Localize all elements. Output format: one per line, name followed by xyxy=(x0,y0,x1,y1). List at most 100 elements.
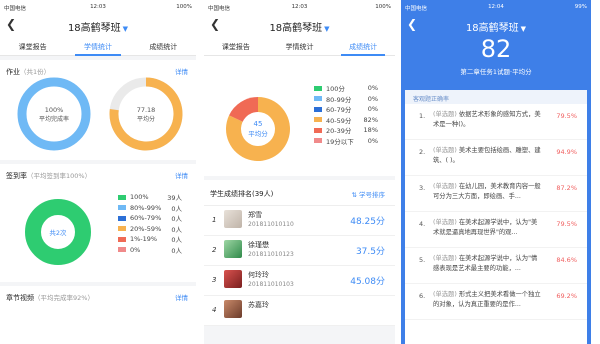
score-legend: 100分 0% 80-99分 0% 60-79分 0% 40-59分 82% 20-39分 18%… xyxy=(314,83,378,146)
question-number: 2. xyxy=(419,148,426,156)
signin-donut: 共2次 xyxy=(25,199,91,265)
table-row[interactable]: 1 郑雪 201811010110 48.25分 xyxy=(204,206,395,236)
table-row[interactable]: 4 苏嘉玲 xyxy=(204,296,395,326)
legend-row: 20-39分 18% xyxy=(314,125,378,136)
class-title[interactable]: 18高鹤琴班 ▼ xyxy=(401,19,591,34)
student-id: 201811010103 xyxy=(248,281,294,288)
list-item[interactable]: 5. (单选题) 在美术起源学说中，认为"情感表现是艺术最主要的功能，... 8… xyxy=(405,248,587,284)
ranking-title: 学生成绩排名(39人) xyxy=(210,190,274,198)
status-bar: 中国电信 12:03 100% xyxy=(0,0,196,14)
list-item[interactable]: 4. (单选题) 在美术起源学说中，认为"美术就是逼真地再现世界"的观... 7… xyxy=(405,212,587,248)
legend-count: 0人 xyxy=(171,225,182,234)
sort-by-id-button[interactable]: ⇅ 学号排序 xyxy=(351,189,385,199)
legend-count: 0人 xyxy=(171,236,182,245)
legend-row: 0% 0人 xyxy=(118,245,182,256)
student-score: 45.08分 xyxy=(350,277,385,287)
question-text: (单选题) 依据艺术形象的感知方式，美术是一种()。 xyxy=(433,110,543,129)
question-number: 3. xyxy=(419,184,426,192)
tab-learning-stats[interactable]: 学情统计 xyxy=(268,36,332,55)
task-subtitle: 第二章任务1试题·平均分 xyxy=(460,68,532,76)
nav-bar: ❮ 18高鹤琴班 ▼ xyxy=(204,14,395,36)
signin-detail-link[interactable]: 详情 xyxy=(175,170,188,180)
average-score-big: 82 xyxy=(480,35,512,63)
accuracy-percent: 87.2% xyxy=(556,184,577,192)
question-type-tag: (单选题) xyxy=(433,219,457,226)
legend-swatch xyxy=(118,236,126,242)
sort-label: 学号排序 xyxy=(359,191,385,199)
rank-number: 1 xyxy=(212,216,217,224)
tab-class-report[interactable]: 课堂报告 xyxy=(0,36,65,55)
legend-row: 60-79分 0% xyxy=(314,104,378,115)
rank-number: 4 xyxy=(212,306,217,314)
chevron-down-icon: ▼ xyxy=(122,25,129,33)
legend-swatch xyxy=(314,85,322,91)
legend-row: 80-99分 0% xyxy=(314,94,378,105)
donut-center-value: 45 xyxy=(254,120,263,128)
tab-bar: 课堂报告 学情统计 成绩统计 xyxy=(204,36,395,56)
battery-level: 99% xyxy=(574,4,587,10)
list-item[interactable]: 2. (单选题) 美术主要包括绘画、雕塑、建筑、( )。 94.9% xyxy=(405,140,587,176)
class-title[interactable]: 18高鹤琴班 ▼ xyxy=(0,19,196,34)
tab-class-report[interactable]: 课堂报告 xyxy=(204,36,268,55)
table-row[interactable]: 2 徐瑾懋 201811010123 37.5分 xyxy=(204,236,395,266)
tab-learning-stats[interactable]: 学情统计 xyxy=(65,36,130,56)
legend-row: 19分以下 0% xyxy=(314,136,378,147)
list-item[interactable]: 6. (单选题) 形式主义把美术看做一个独立的对象，认为真正重要的是作... 6… xyxy=(405,284,587,320)
legend-value: 0% xyxy=(367,94,378,103)
legend-label: 40-59分 xyxy=(326,116,352,125)
question-type-tag: (单选题) xyxy=(433,183,457,190)
homework-card: 作业（共1份） 详情 100% 平均完成率 77.18 平均分 xyxy=(0,60,196,160)
legend-value: 0% xyxy=(367,136,378,145)
class-title[interactable]: 18高鹤琴班 ▼ xyxy=(204,19,395,34)
avatar xyxy=(224,300,242,318)
tab-bar: 课堂报告 学情统计 成绩统计 xyxy=(0,36,196,56)
legend-swatch xyxy=(314,138,322,144)
legend-label: 100分 xyxy=(326,85,345,94)
question-number: 4. xyxy=(419,220,426,228)
legend-swatch xyxy=(118,205,126,211)
video-detail-link[interactable]: 详情 xyxy=(175,292,188,302)
question-type-tag: (单选题) xyxy=(433,111,457,118)
legend-label: 80-99分 xyxy=(326,95,352,104)
avatar xyxy=(224,210,242,228)
video-title: 章节视频（平均完成率92%） xyxy=(6,292,94,303)
question-type-tag: (单选题) xyxy=(433,147,457,154)
legend-row: 60%-79% 0人 xyxy=(118,213,182,224)
battery-level: 100% xyxy=(375,4,391,10)
question-number: 5. xyxy=(419,256,426,264)
legend-value: 82% xyxy=(363,115,378,124)
status-bar: 中国电信 12:03 100% xyxy=(204,0,395,14)
score-distribution-card: 45 平均分 100分 0% 80-99分 0% 60-79分 0% 40-59分 82% 20… xyxy=(204,56,395,176)
student-id: 201811010123 xyxy=(248,251,294,258)
video-subtitle: （平均完成率92%） xyxy=(34,294,94,302)
legend-swatch xyxy=(314,117,322,123)
sort-icon: ⇅ xyxy=(351,191,359,199)
tab-score-stats[interactable]: 成绩统计 xyxy=(131,36,196,55)
chevron-down-icon: ▼ xyxy=(520,25,527,33)
legend-swatch xyxy=(314,106,322,112)
signin-card: 签到率（平均签到率100%） 详情 共2次 100% 39人 80%-99% 0人 … xyxy=(0,164,196,282)
list-item[interactable]: 3. (单选题) 在幼儿园，美术教育内容一般可分为三大方面，即绘画、手... 8… xyxy=(405,176,587,212)
legend-swatch xyxy=(118,194,126,200)
question-text: (单选题) 形式主义把美术看做一个独立的对象，认为真正重要的是作... xyxy=(433,290,543,309)
legend-row: 20%-59% 0人 xyxy=(118,224,182,235)
rank-number: 2 xyxy=(212,246,217,254)
phone-screen-score-stats: 中国电信 12:03 100% ❮ 18高鹤琴班 ▼ 课堂报告 学情统计 成绩统计… xyxy=(204,0,395,344)
class-title-text: 18高鹤琴班 xyxy=(67,23,121,34)
list-item[interactable]: 1. (单选题) 依据艺术形象的感知方式，美术是一种()。 79.5% xyxy=(405,104,587,140)
accuracy-list-card: 客观题正确率 1. (单选题) 依据艺术形象的感知方式，美术是一种()。 79.… xyxy=(405,90,587,344)
legend-row: 100% 39人 xyxy=(118,192,182,203)
question-text: (单选题) 在美术起源学说中，认为"情感表现是艺术最主要的功能，... xyxy=(433,254,543,273)
nav-bar: ❮ 18高鹤琴班 ▼ xyxy=(401,14,591,36)
legend-row: 100分 0% xyxy=(314,83,378,94)
accuracy-percent: 79.5% xyxy=(556,112,577,120)
clock: 12:03 xyxy=(291,4,308,10)
legend-label: 1%-19% xyxy=(130,235,158,244)
legend-row: 80%-99% 0人 xyxy=(118,203,182,214)
avatar xyxy=(224,270,242,288)
accuracy-percent: 84.6% xyxy=(556,256,577,264)
rank-number: 3 xyxy=(212,276,217,284)
tab-score-stats[interactable]: 成绩统计 xyxy=(331,36,395,56)
table-row[interactable]: 3 何玲玲 201811010103 45.08分 xyxy=(204,266,395,296)
student-score: 48.25分 xyxy=(350,217,385,227)
